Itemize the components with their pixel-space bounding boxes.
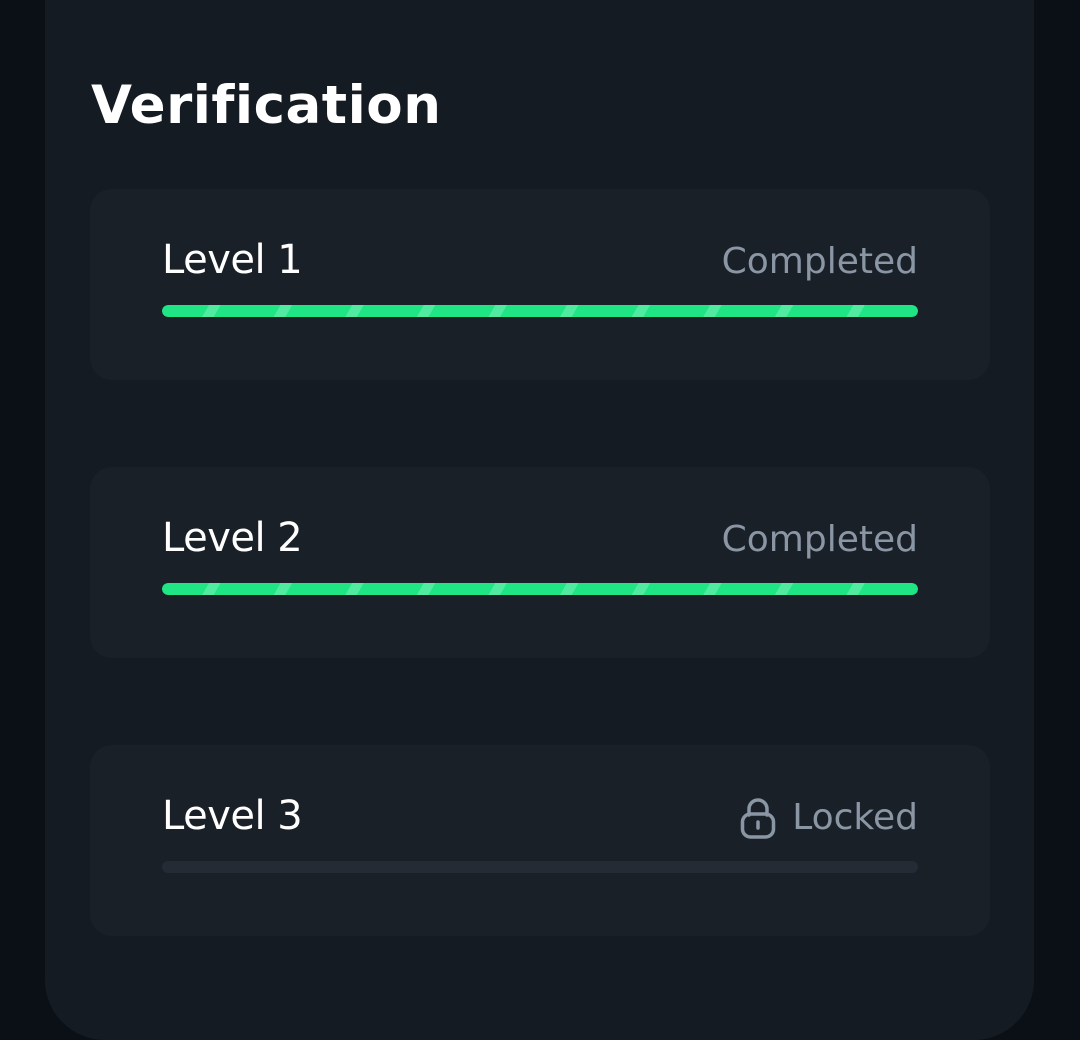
level-label: Level 1 xyxy=(162,237,303,283)
status-text: Completed xyxy=(722,237,918,287)
progress-fill xyxy=(162,305,918,317)
level-label: Level 2 xyxy=(162,515,303,561)
progress-track xyxy=(162,583,918,595)
progress-track xyxy=(162,305,918,317)
progress-fill xyxy=(162,583,918,595)
status-label: Locked xyxy=(792,797,918,838)
page-title: Verification xyxy=(91,75,442,136)
status-label: Completed xyxy=(721,519,918,560)
level-card-3[interactable]: Level 3 Locked xyxy=(90,745,990,936)
level-label: Level 3 xyxy=(162,793,303,839)
progress-track xyxy=(162,861,918,873)
level-card-1[interactable]: Level 1 Completed xyxy=(90,189,990,380)
status-text: Locked xyxy=(740,793,918,843)
status-label: Completed xyxy=(721,241,918,282)
level-card-2[interactable]: Level 2 Completed xyxy=(90,467,990,658)
status-text: Completed xyxy=(722,515,918,565)
lock-icon xyxy=(740,797,776,839)
